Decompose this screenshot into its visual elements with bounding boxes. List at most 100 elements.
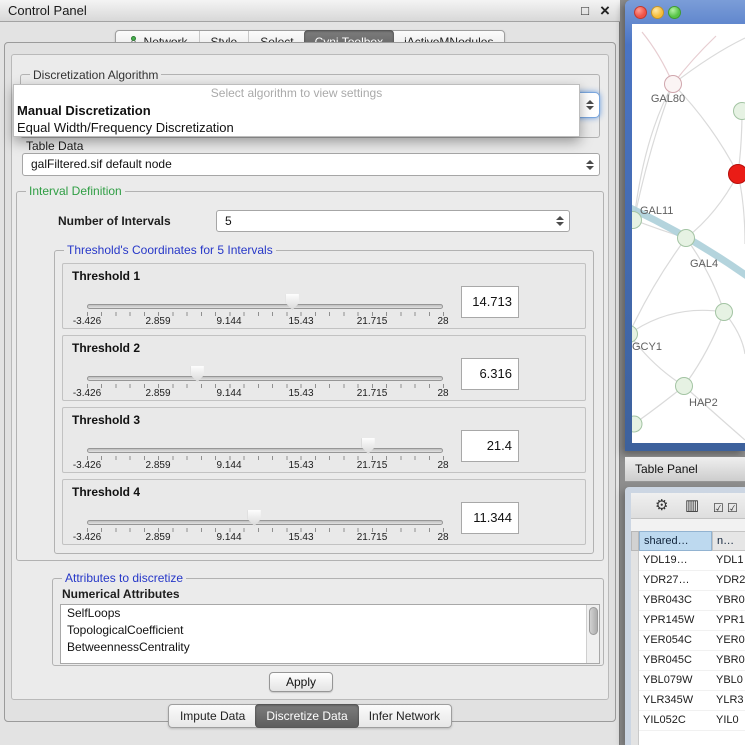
bottom-tab-group: Impute Data Discretize Data Infer Networ…	[168, 704, 452, 728]
node-label: GAL11	[640, 205, 673, 217]
columns-icon[interactable]: ▥	[685, 496, 699, 516]
slider-tick-label: 15.43	[288, 532, 313, 543]
slider-tick-marks	[87, 528, 444, 532]
slider-tick-label: 2.859	[145, 532, 170, 543]
list-scrollbar[interactable]	[586, 605, 599, 663]
threshold-3-slider-track[interactable]	[87, 448, 443, 453]
cell: YDR2	[716, 571, 745, 590]
network-canvas[interactable]: GAL80 GAL11 GAL4 GCY1 HAP2	[632, 24, 745, 443]
slider-tick-marks	[87, 384, 444, 388]
threshold-2-value-input[interactable]: 6.316	[461, 358, 519, 390]
float-window-icon[interactable]: □	[575, 0, 595, 22]
scrollbar-thumb[interactable]	[589, 607, 598, 635]
table-row[interactable]: YBR045CYBR0	[631, 651, 745, 671]
thresholds-group-title: Threshold's Coordinates for 5 Intervals	[64, 243, 276, 257]
cell: YLR3	[716, 691, 744, 710]
slider-tick-label: -3.426	[73, 532, 101, 543]
combo-stepper-icon	[586, 160, 594, 170]
list-item[interactable]: SelfLoops	[61, 605, 599, 622]
network-node-selected[interactable]	[729, 165, 745, 184]
tab-label: Infer Network	[369, 705, 440, 727]
algorithm-group-title: Discretization Algorithm	[30, 68, 161, 82]
slider-tick-label: 15.43	[288, 388, 313, 399]
threshold-3-panel: Threshold 3 -3.426 2.859 9.144 15.43 21.…	[62, 407, 586, 473]
network-node[interactable]	[632, 326, 638, 343]
number-of-intervals-combobox[interactable]: 5	[216, 210, 570, 232]
slider-tick-label: 15.43	[288, 460, 313, 471]
table-row[interactable]: YDR27… YDR2	[631, 571, 745, 591]
select-all-checkbox-icon[interactable]: ☑	[713, 498, 724, 518]
table-data-label: Table Data	[26, 139, 83, 153]
column-header-shared-name[interactable]: shared…	[639, 531, 712, 551]
threshold-1-value-input[interactable]: 14.713	[461, 286, 519, 318]
threshold-4-slider-track[interactable]	[87, 520, 443, 525]
table-row[interactable]: YLR345W YLR3	[631, 691, 745, 711]
column-header-name[interactable]: n…	[712, 531, 745, 551]
close-icon[interactable]: ×	[595, 0, 615, 22]
table-row[interactable]: YDL19…YDL1	[631, 551, 745, 571]
table-row[interactable]: YBL079WYBL0	[631, 671, 745, 691]
list-item[interactable]: BetweennessCentrality	[61, 639, 599, 656]
slider-tick-label: 2.859	[145, 388, 170, 399]
network-node[interactable]	[678, 230, 695, 247]
threshold-3-value-input[interactable]: 21.4	[461, 430, 519, 462]
table-data-combobox[interactable]: galFiltered.sif default node	[22, 153, 600, 176]
cell: YPR145W	[643, 611, 694, 630]
minimize-traffic-light-icon[interactable]	[651, 6, 664, 19]
cell: YDL19…	[643, 551, 688, 570]
threshold-1-panel: Threshold 1 -3.426 2.859 9.144 15.43 21.…	[62, 263, 586, 329]
threshold-2-panel: Threshold 2 -3.426 2.859 9.144 15.43 21.…	[62, 335, 586, 401]
table-panel-header: Table Panel	[625, 456, 745, 482]
slider-tick-label: 2.859	[145, 460, 170, 471]
tab-discretize-data[interactable]: Discretize Data	[255, 704, 358, 728]
cell: YBR045C	[643, 651, 692, 670]
table-row[interactable]: YER054CYER0	[631, 631, 745, 651]
tab-label: Impute Data	[180, 705, 245, 727]
node-label: GCY1	[632, 341, 662, 353]
slider-tick-label: 21.715	[357, 532, 388, 543]
slider-tick-label: 2.859	[145, 316, 170, 327]
node-label: HAP2	[689, 397, 718, 409]
network-node[interactable]	[632, 416, 642, 432]
select-none-checkbox-icon[interactable]: ☑	[727, 498, 738, 518]
slider-tick-label: -3.426	[73, 388, 101, 399]
row-header-gutter	[631, 531, 639, 551]
tab-impute-data[interactable]: Impute Data	[169, 705, 256, 727]
slider-tick-label: 28	[437, 532, 448, 543]
network-node[interactable]	[665, 76, 682, 93]
table-row[interactable]: YBR043CYBR0	[631, 591, 745, 611]
table-row[interactable]: YPR145WYPR1	[631, 611, 745, 631]
combo-stepper-icon	[556, 216, 564, 226]
network-node[interactable]	[716, 304, 733, 321]
gear-icon[interactable]: ⚙	[655, 496, 668, 516]
slider-tick-label: 15.43	[288, 316, 313, 327]
close-traffic-light-icon[interactable]	[634, 6, 647, 19]
threshold-2-label: Threshold 2	[72, 341, 140, 355]
table-row[interactable]: YIL052CYIL0	[631, 711, 745, 731]
slider-tick-label: 9.144	[216, 532, 241, 543]
threshold-1-slider-track[interactable]	[87, 304, 443, 309]
table-panel-content: ⚙ ▥ ☑ ☑ shared… n… YDL19…YDL1 YDR27…YDR2…	[631, 493, 745, 745]
threshold-2-slider-track[interactable]	[87, 376, 443, 381]
dropdown-option-manual-discretization[interactable]: Manual Discretization	[14, 102, 579, 119]
dropdown-option-equal-width-frequency[interactable]: Equal Width/Frequency Discretization	[14, 119, 579, 136]
threshold-4-value-input[interactable]: 11.344	[461, 502, 519, 534]
network-node[interactable]	[676, 378, 693, 395]
zoom-traffic-light-icon[interactable]	[668, 6, 681, 19]
slider-tick-label: 28	[437, 316, 448, 327]
cell: YDR27…	[643, 571, 689, 590]
numerical-attributes-list: SelfLoops TopologicalCoefficient Between…	[60, 604, 600, 664]
cell: YER054C	[643, 631, 692, 650]
node-label: GAL80	[651, 93, 685, 105]
slider-tick-label: 28	[437, 388, 448, 399]
cell: YBR043C	[643, 591, 692, 610]
cell: YIL052C	[643, 711, 686, 730]
tab-infer-network[interactable]: Infer Network	[358, 705, 451, 727]
apply-button[interactable]: Apply	[269, 672, 333, 692]
cell: YLR345W	[643, 691, 693, 710]
table-panel-window: ⚙ ▥ ☑ ☑ shared… n… YDL19…YDL1 YDR27…YDR2…	[625, 487, 745, 745]
window-title: Control Panel	[8, 0, 87, 21]
slider-tick-label: 21.715	[357, 388, 388, 399]
network-node[interactable]	[734, 103, 745, 120]
list-item[interactable]: TopologicalCoefficient	[61, 622, 599, 639]
